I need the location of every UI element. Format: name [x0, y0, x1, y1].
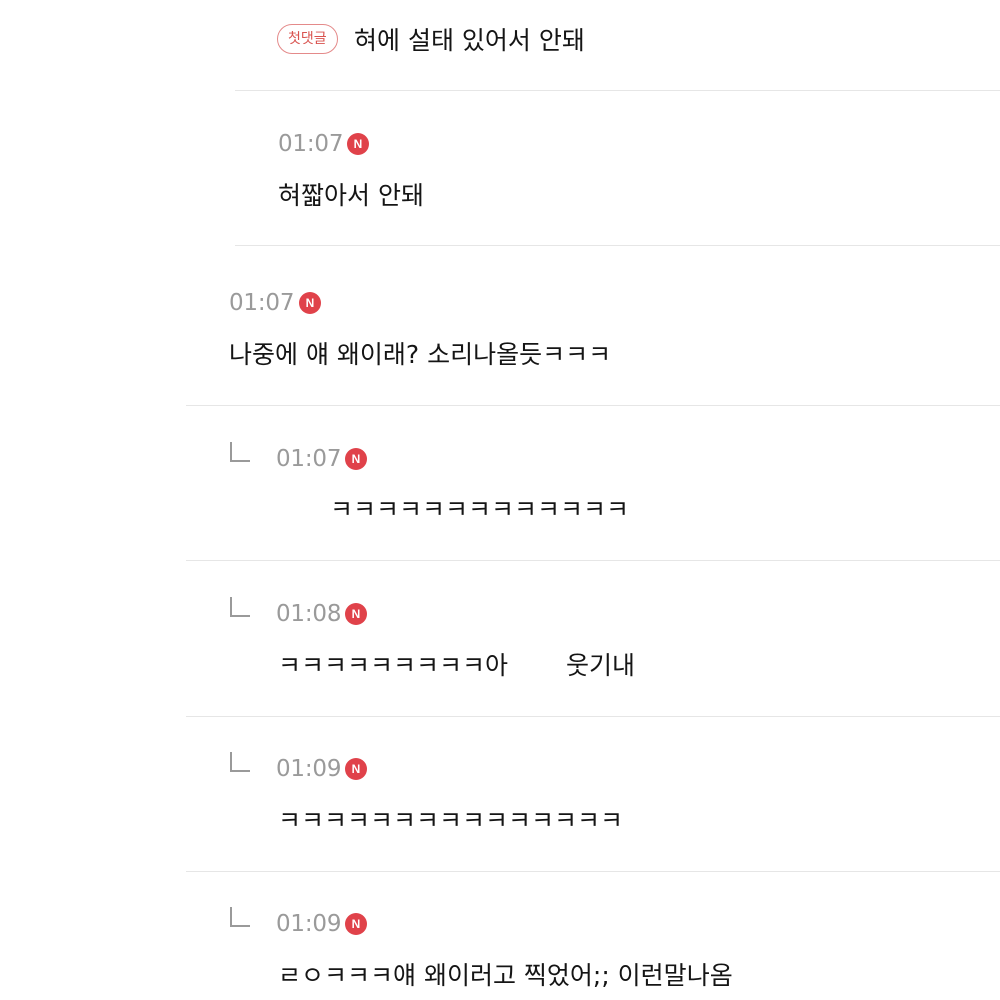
first-comment-badge: 첫댓글 — [277, 24, 338, 54]
reply-arrow-icon — [230, 597, 250, 617]
new-badge-icon: N — [345, 603, 367, 625]
divider — [186, 716, 1000, 717]
new-badge-icon: N — [347, 133, 369, 155]
comment-timestamp: 01:09 — [276, 911, 342, 937]
divider — [186, 871, 1000, 872]
divider — [186, 405, 1000, 406]
new-badge-icon: N — [345, 448, 367, 470]
comment-timestamp: 01:07 — [229, 290, 295, 316]
comment-text: 혀에 설태 있어서 안돼 — [354, 26, 585, 55]
divider — [235, 90, 1000, 91]
comment-timestamp: 01:07 — [276, 446, 342, 472]
reply-arrow-icon — [230, 752, 250, 772]
comment-text: 혀짧아서 안돼 — [278, 181, 424, 210]
divider — [186, 560, 1000, 561]
comment-timestamp: 01:08 — [276, 601, 342, 627]
comment-text: ㅋㅋㅋㅋㅋㅋㅋㅋㅋㅋㅋㅋㅋㅋㅋ — [278, 806, 624, 835]
new-badge-icon: N — [299, 292, 321, 314]
comment-text-tail: 웃기내 — [566, 651, 636, 680]
new-badge-icon: N — [345, 913, 367, 935]
comment-timestamp: 01:07 — [278, 131, 344, 157]
new-badge-icon: N — [345, 758, 367, 780]
comment-text: ㄹㅇㅋㅋㅋ얘 왜이러고 찍었어;; 이런말나옴 — [278, 961, 733, 990]
comment-text: ㅋㅋㅋㅋㅋㅋㅋㅋㅋ아 — [278, 651, 509, 680]
divider — [235, 245, 1000, 246]
reply-arrow-icon — [230, 442, 250, 462]
comment-text: 나중에 얘 왜이래? 소리나올듯ㅋㅋㅋ — [229, 340, 612, 369]
comment-timestamp: 01:09 — [276, 756, 342, 782]
reply-arrow-icon — [230, 907, 250, 927]
comment-text: ㅋㅋㅋㅋㅋㅋㅋㅋㅋㅋㅋㅋㅋ — [330, 495, 630, 524]
